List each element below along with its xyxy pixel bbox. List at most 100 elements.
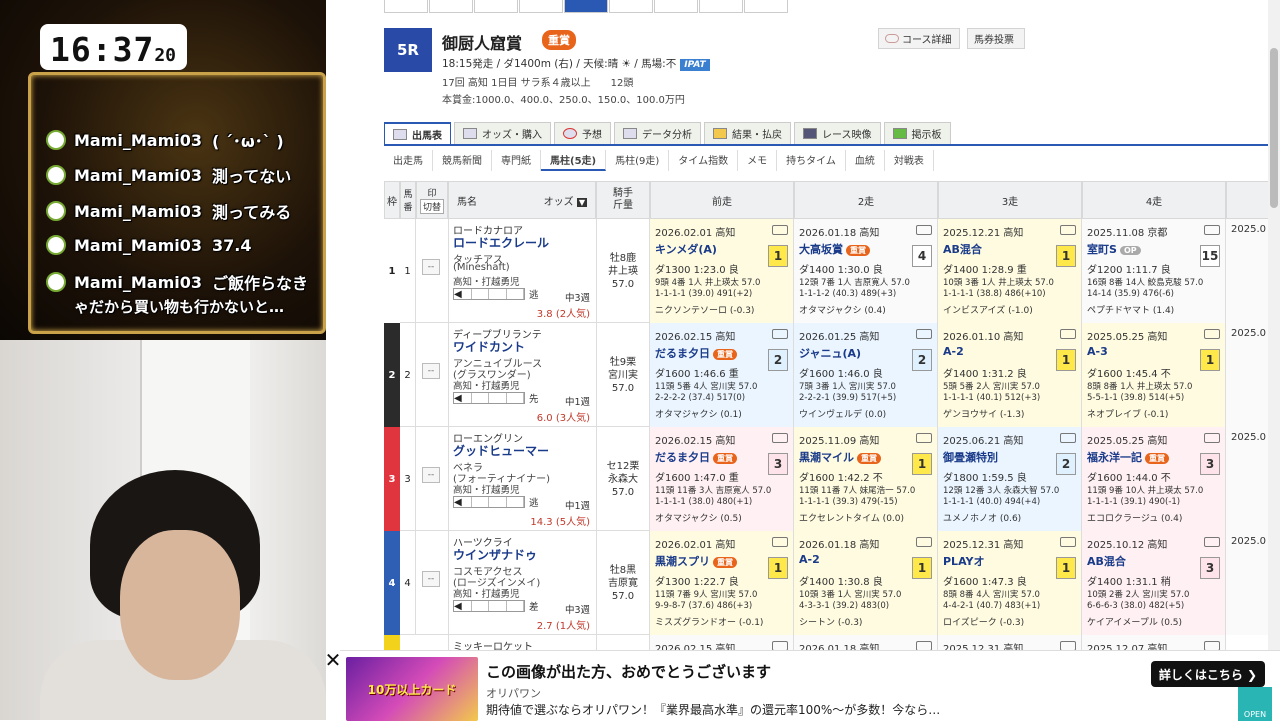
- past-race-name[interactable]: だるま夕日 重賞: [655, 449, 737, 465]
- tab-data[interactable]: データ分析: [614, 122, 701, 144]
- horse-name-link[interactable]: ワイドカント: [453, 338, 525, 355]
- past-race-name[interactable]: AB混合: [943, 241, 982, 257]
- race-tab[interactable]: [744, 0, 788, 13]
- video-icon[interactable]: [1060, 329, 1076, 339]
- ad-image[interactable]: 10万以上カード: [346, 657, 478, 721]
- past-race-name[interactable]: 黒潮スプリ 重賞: [655, 553, 737, 569]
- ad-open-icon[interactable]: OPEN: [1238, 687, 1272, 721]
- video-icon[interactable]: [916, 225, 932, 235]
- past-race-cell[interactable]: 2025.05.25 高知 福永洋一記 重賞 3 ダ1600 1:44.0 不 1…: [1082, 427, 1226, 531]
- subtab[interactable]: メモ: [738, 150, 778, 171]
- past-race-name[interactable]: A-2: [943, 345, 964, 358]
- video-icon[interactable]: [916, 433, 932, 443]
- past-race-name[interactable]: 黒潮マイル 重賞: [799, 449, 881, 465]
- ad-details-button[interactable]: 詳しくはこちら ❯: [1151, 661, 1265, 687]
- past-race-name[interactable]: A-2: [799, 553, 820, 566]
- past-race-name[interactable]: だるま夕日 重賞: [655, 345, 737, 361]
- video-icon[interactable]: [1204, 329, 1220, 339]
- past-race-name[interactable]: キンメダ(A): [655, 241, 717, 257]
- video-icon[interactable]: [772, 329, 788, 339]
- past-race-name[interactable]: A-3: [1087, 345, 1108, 358]
- mark-switch-button[interactable]: 切替: [419, 199, 444, 214]
- past-race-name[interactable]: 室町S OP: [1087, 241, 1141, 257]
- mark-selector[interactable]: --: [422, 259, 440, 275]
- subtab[interactable]: 持ちタイム: [777, 150, 846, 171]
- past-race-name[interactable]: 御畳瀬特別: [943, 449, 998, 465]
- odds-sort[interactable]: オッズ ▼: [544, 193, 587, 208]
- tab-results[interactable]: 結果・払戻: [704, 122, 791, 144]
- race-tab[interactable]: [519, 0, 563, 13]
- past-race-cell[interactable]: 2025.05.25 高知 A-3 1 ダ1600 1:45.4 不 8頭 8番…: [1082, 323, 1226, 427]
- past-race-cell[interactable]: 2026.01.18 高知 大高坂賞 重賞 4 ダ1400 1:30.0 良 12…: [794, 219, 938, 323]
- video-icon[interactable]: [1060, 537, 1076, 547]
- subtab[interactable]: 専門紙: [492, 150, 541, 171]
- horse-name-link[interactable]: ロードエクレール: [453, 234, 549, 251]
- past-race-cell[interactable]: 2025.11.08 京都 室町S OP 15 ダ1200 1:11.7 良 16…: [1082, 219, 1226, 323]
- jockey-name[interactable]: 永森大: [608, 473, 638, 486]
- video-icon[interactable]: [916, 537, 932, 547]
- ipat-badge[interactable]: IPAT: [680, 59, 710, 71]
- field-jockey: 11頭 11番 7人 妹尾浩一 57.0: [799, 486, 916, 496]
- course-detail-button[interactable]: コース詳細: [878, 28, 960, 49]
- race-tab[interactable]: [654, 0, 698, 13]
- past-race-cell[interactable]: 2026.02.15 高知 だるま夕日 重賞 2 ダ1600 1:46.6 重 1…: [650, 323, 794, 427]
- past-race-name[interactable]: 大高坂賞 重賞: [799, 241, 870, 257]
- video-icon[interactable]: [772, 433, 788, 443]
- ad-description[interactable]: 期待値で選ぶならオリパワン！『業界最高水準』の還元率100%〜が多数！今なら…: [486, 701, 940, 718]
- past-race-name[interactable]: PLAYオ: [943, 553, 985, 569]
- ad-title[interactable]: この画像が出た方、おめでとうございます: [486, 661, 771, 682]
- video-icon[interactable]: [1060, 433, 1076, 443]
- past-race-cell[interactable]: 2025.12.31 高知 PLAYオ 1 ダ1600 1:47.3 良 8頭 …: [938, 531, 1082, 635]
- race-tab[interactable]: [429, 0, 473, 13]
- past-race-cell[interactable]: 2025.11.09 高知 黒潮マイル 重賞 1 ダ1600 1:42.2 不 1…: [794, 427, 938, 531]
- video-icon[interactable]: [772, 537, 788, 547]
- past-race-cell[interactable]: 2025.10.12 高知 AB混合 3 ダ1400 1:31.1 稍 10頭 …: [1082, 531, 1226, 635]
- video-icon[interactable]: [916, 329, 932, 339]
- tab-odds[interactable]: オッズ・購入: [454, 122, 551, 144]
- tab-prediction[interactable]: 予想: [554, 122, 611, 144]
- race-tab[interactable]: [609, 0, 653, 13]
- past-race-cell[interactable]: 2025.06.21 高知 御畳瀬特別 2 ダ1800 1:59.5 良 12頭…: [938, 427, 1082, 531]
- subtab[interactable]: 競馬新聞: [433, 150, 492, 171]
- subtab[interactable]: タイム指数: [669, 150, 739, 171]
- subtab[interactable]: 出走馬: [384, 150, 433, 171]
- race-tab-selected[interactable]: [564, 0, 608, 13]
- jockey-name[interactable]: 吉原寛: [608, 577, 638, 590]
- mark-selector[interactable]: --: [422, 571, 440, 587]
- video-icon[interactable]: [1204, 225, 1220, 235]
- past-race-cell[interactable]: 2025.12.21 高知 AB混合 1 ダ1400 1:28.9 重 10頭 …: [938, 219, 1082, 323]
- jockey-name[interactable]: 宮川実: [608, 369, 638, 382]
- past-race-cell[interactable]: 2026.01.18 高知 A-2 1 ダ1400 1:30.8 良 10頭 3…: [794, 531, 938, 635]
- tab-board[interactable]: 掲示板: [883, 122, 951, 144]
- subtab-selected[interactable]: 馬柱(5走): [541, 150, 607, 171]
- bet-button[interactable]: 馬券投票: [967, 28, 1025, 49]
- jockey-name[interactable]: 井上瑛: [608, 265, 638, 278]
- past-race-cell[interactable]: 2026.02.01 高知 黒潮スプリ 重賞 1 ダ1300 1:22.7 良 1…: [650, 531, 794, 635]
- past-race-cell[interactable]: 2026.01.10 高知 A-2 1 ダ1400 1:31.2 良 5頭 5番…: [938, 323, 1082, 427]
- race-tab[interactable]: [474, 0, 518, 13]
- tab-video[interactable]: レース映像: [794, 122, 881, 144]
- video-icon[interactable]: [1060, 225, 1076, 235]
- subtab[interactable]: 対戦表: [885, 150, 934, 171]
- horse-name-link[interactable]: グッドヒューマー: [453, 442, 549, 459]
- video-icon[interactable]: [772, 225, 788, 235]
- past-race-name[interactable]: 福永洋一記 重賞: [1087, 449, 1169, 465]
- mark-selector[interactable]: --: [422, 467, 440, 483]
- past-race-cell[interactable]: 2026.02.15 高知 だるま夕日 重賞 3 ダ1600 1:47.0 重 1…: [650, 427, 794, 531]
- ad-banner[interactable]: 10万以上カード この画像が出た方、おめでとうございます オリパワン 期待値で選…: [340, 650, 1280, 721]
- past-race-cell[interactable]: 2026.02.01 高知 キンメダ(A) 1 ダ1300 1:23.0 良 9…: [650, 219, 794, 323]
- race-tab[interactable]: [699, 0, 743, 13]
- past-race-cell[interactable]: 2026.01.25 高知 ジャニュ(A) 2 ダ1600 1:46.0 良 7…: [794, 323, 938, 427]
- horse-name-link[interactable]: ウインザナドゥ: [453, 546, 537, 563]
- subtab[interactable]: 血統: [846, 150, 885, 171]
- video-icon[interactable]: [1204, 433, 1220, 443]
- tab-shutuba[interactable]: 出馬表: [384, 122, 451, 144]
- subtab[interactable]: 馬柱(9走): [606, 150, 670, 171]
- scrollbar-thumb[interactable]: [1270, 48, 1278, 208]
- race-tab[interactable]: [384, 0, 428, 13]
- race-conditions: 18:15発走 / ダ1400m (右) / 天候:晴 ☀ / 馬場:不 IPAT: [442, 56, 710, 71]
- mark-selector[interactable]: --: [422, 363, 440, 379]
- past-race-name[interactable]: AB混合: [1087, 553, 1126, 569]
- video-icon[interactable]: [1204, 537, 1220, 547]
- past-race-name[interactable]: ジャニュ(A): [799, 345, 861, 361]
